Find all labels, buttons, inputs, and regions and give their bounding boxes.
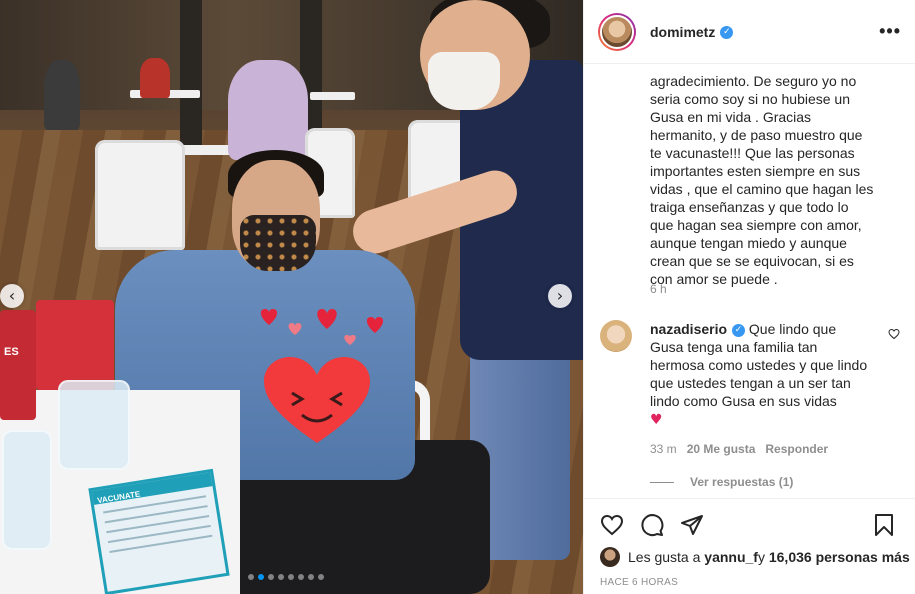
liker-avatar: [600, 547, 620, 567]
floating-hearts-icon: [260, 309, 384, 345]
photo-white-chair: [95, 140, 185, 250]
post-caption: agradecimiento. De seguro yo no seria co…: [650, 73, 874, 287]
photo-sanitizer-bottle: [2, 430, 52, 550]
carousel-dot: [288, 574, 294, 580]
carousel-dot: [258, 574, 264, 580]
comment-meta: 33 m 20 Me gusta Responder: [650, 442, 828, 456]
red-heart-emoji: ♥: [650, 412, 663, 428]
caption-timestamp[interactable]: 6 h: [650, 282, 667, 296]
liker-username[interactable]: yannu_f: [704, 549, 758, 565]
photo-red-sharps-box: ES: [0, 310, 36, 420]
verified-badge-icon: ✓: [720, 26, 734, 40]
photo-background-person: [228, 60, 308, 160]
heart-icon[interactable]: [600, 513, 624, 537]
post-actions: Les gusta a yannu_f y 16,036 personas má…: [584, 498, 915, 594]
comment-timestamp[interactable]: 33 m: [650, 442, 677, 456]
photo-vaccination-card: VACUNATE: [88, 468, 230, 594]
likes-count[interactable]: 16,036 personas más: [769, 549, 910, 565]
carousel-dot: [268, 574, 274, 580]
comment-like-heart-icon[interactable]: [888, 328, 900, 340]
likes-summary[interactable]: Les gusta a yannu_f y 16,036 personas má…: [600, 547, 910, 567]
carousel-dot: [248, 574, 254, 580]
previous-slide-button[interactable]: ‹: [0, 284, 24, 308]
share-icon[interactable]: [680, 513, 704, 537]
heart-emoji-sticker: [264, 357, 370, 443]
vaccination-card-title: VACUNATE: [96, 489, 141, 506]
post-header: domimetz ✓ •••: [584, 0, 915, 64]
carousel-dot: [318, 574, 324, 580]
post-age[interactable]: HACE 6 HORAS: [600, 577, 678, 588]
likes-middle: y: [757, 549, 765, 565]
photo-background-person: [140, 58, 170, 98]
likes-prefix: Les gusta a: [628, 549, 701, 565]
author-avatar[interactable]: [598, 12, 636, 51]
next-slide-button[interactable]: ›: [548, 284, 572, 308]
carousel-dot: [308, 574, 314, 580]
reply-button[interactable]: Responder: [765, 442, 828, 456]
photo-red-sharps-box: [36, 300, 114, 390]
author-username[interactable]: domimetz ✓: [650, 24, 734, 40]
comment-text: nazadiserio ✓ Que lindo que Gusa tenga un…: [650, 320, 870, 429]
bookmark-icon[interactable]: [872, 513, 896, 537]
carousel-dot: [298, 574, 304, 580]
verified-badge-icon: ✓: [732, 323, 746, 337]
replies-divider-line: [650, 481, 674, 483]
avatar-image: [600, 14, 634, 49]
photo-background-person: [44, 60, 80, 130]
photo-nurse-mask: [428, 52, 500, 110]
more-options-icon[interactable]: •••: [879, 21, 901, 42]
commenter-avatar[interactable]: [600, 320, 632, 352]
sharps-box-label: ES: [4, 346, 19, 358]
comment-icon[interactable]: [640, 513, 664, 537]
post-photo[interactable]: ES VACUNATE ‹ ›: [0, 0, 583, 594]
photo-patient-mask: [240, 215, 316, 271]
commenter-username[interactable]: nazadiserio ✓: [650, 321, 746, 337]
view-replies-label: Ver respuestas (1): [690, 475, 794, 489]
photo-background-table: [310, 92, 355, 100]
photo-pillar: [180, 0, 202, 150]
carousel-dot: [278, 574, 284, 580]
post-side-panel: domimetz ✓ ••• agradecimiento. De seguro …: [583, 0, 915, 594]
carousel-dots: [248, 574, 324, 580]
photo-sanitizer-bottle: [58, 380, 130, 470]
view-replies-button[interactable]: Ver respuestas (1): [650, 475, 793, 489]
comment-likes-count[interactable]: 20 Me gusta: [687, 442, 756, 456]
